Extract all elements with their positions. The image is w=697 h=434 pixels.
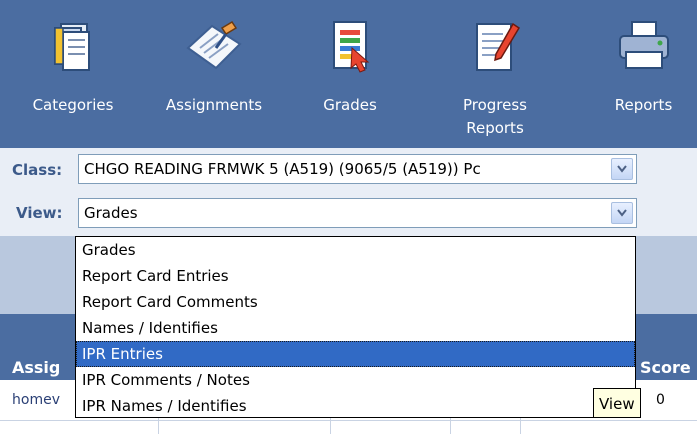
toolbar-label-progress-reports: Progress Reports	[462, 96, 527, 137]
view-option-ipr-comments-notes[interactable]: IPR Comments / Notes	[76, 367, 635, 393]
view-select[interactable]: Grades	[78, 198, 637, 228]
toolbar-item-categories[interactable]: Categories	[0, 0, 146, 148]
toolbar-label-grades: Grades	[323, 96, 377, 114]
view-option-ipr-entries[interactable]: IPR Entries	[76, 341, 635, 367]
class-select-value: CHGO READING FRMWK 5 (A519) (9065/5 (A51…	[84, 160, 481, 178]
toolbar-item-reports[interactable]: Reports	[590, 0, 697, 148]
grid-cell-score: 0	[656, 392, 665, 408]
view-select-value: Grades	[84, 204, 138, 222]
view-dropdown-list: Grades Report Card Entries Report Card C…	[75, 236, 636, 418]
toolbar: Categories Assignments Grades Progress R…	[0, 0, 697, 148]
view-label: View:	[16, 204, 63, 222]
grades-icon	[318, 18, 382, 74]
reports-printer-icon	[612, 18, 676, 74]
toolbar-item-progress-reports[interactable]: Progress Reports	[440, 0, 550, 148]
table-row	[0, 421, 697, 434]
view-tooltip: View	[593, 388, 641, 418]
toolbar-item-assignments[interactable]: Assignments	[146, 0, 282, 148]
grid-cell-assignment[interactable]: homev	[12, 392, 60, 408]
toolbar-label-assignments: Assignments	[165, 96, 263, 114]
toolbar-label-reports: Reports	[614, 96, 673, 114]
view-option-report-card-comments[interactable]: Report Card Comments	[76, 289, 635, 315]
class-dropdown-button[interactable]	[611, 158, 633, 180]
toolbar-item-grades[interactable]: Grades	[300, 0, 400, 148]
grid-header-score: Score	[640, 358, 691, 377]
chevron-down-icon	[617, 165, 627, 173]
chevron-down-icon	[617, 209, 627, 217]
view-option-report-card-entries[interactable]: Report Card Entries	[76, 263, 635, 289]
class-select[interactable]: CHGO READING FRMWK 5 (A519) (9065/5 (A51…	[78, 154, 637, 184]
view-option-grades[interactable]: Grades	[76, 237, 635, 263]
progress-reports-icon	[463, 18, 527, 74]
categories-icon	[41, 18, 105, 74]
toolbar-label-categories: Categories	[32, 96, 114, 114]
class-label: Class:	[12, 161, 63, 179]
view-option-ipr-names-identifies[interactable]: IPR Names / Identifies	[76, 393, 635, 419]
grid-header-assignment: Assig	[12, 358, 61, 377]
view-option-names-identifies[interactable]: Names / Identifies	[76, 315, 635, 341]
assignments-icon	[182, 18, 246, 74]
view-dropdown-button[interactable]	[611, 202, 633, 224]
